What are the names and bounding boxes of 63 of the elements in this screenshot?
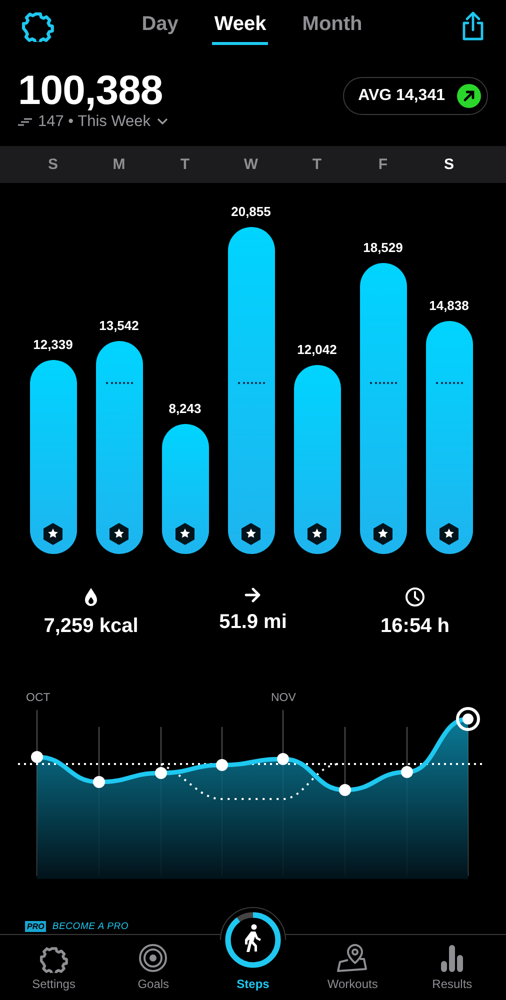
step-bar[interactable]	[30, 360, 76, 554]
nav-tab[interactable]: Settings	[4, 945, 104, 1000]
step-bar[interactable]	[360, 263, 406, 554]
step-bar[interactable]	[162, 424, 208, 554]
stat-value: 51.9 mi	[219, 610, 287, 634]
star-badge-icon	[42, 522, 64, 546]
average-steps: AVG 14,341	[358, 86, 445, 105]
day-label[interactable]: F	[350, 156, 416, 173]
period-dropdown[interactable]: 147 • This Week	[38, 112, 151, 131]
settings-icon	[40, 945, 68, 974]
streak-icon	[18, 116, 32, 127]
goal-line	[370, 382, 396, 384]
nav-tab[interactable]: Steps	[203, 901, 303, 1000]
step-bar[interactable]	[426, 320, 472, 554]
map-pin-icon	[336, 943, 370, 974]
trend-up-icon	[457, 84, 481, 108]
month-label: NOV	[271, 692, 296, 704]
pro-badge[interactable]: PRO	[25, 920, 46, 932]
share-icon[interactable]	[460, 10, 486, 41]
day-label[interactable]: W	[218, 156, 284, 173]
nav-tab[interactable]: Goals	[104, 943, 204, 1000]
day-label[interactable]: S	[20, 156, 86, 173]
bar-value: 8,243	[168, 401, 202, 416]
average-badge[interactable]: AVG 14,341	[343, 76, 488, 115]
bar-value: 20,855	[231, 204, 271, 219]
period-tab[interactable]: Month	[300, 6, 364, 45]
bar-chart-icon	[440, 943, 464, 974]
settings-icon[interactable]	[22, 10, 54, 42]
month-label: OCT	[26, 692, 50, 704]
bar-value: 12,042	[297, 342, 337, 357]
flame-icon	[83, 586, 99, 607]
bar-value: 12,339	[33, 337, 73, 352]
day-label[interactable]: M	[86, 156, 152, 173]
goal-line	[436, 382, 462, 384]
goal-line	[106, 382, 132, 384]
step-bar[interactable]	[228, 226, 274, 554]
star-badge-icon	[108, 522, 130, 546]
star-badge-icon	[372, 522, 394, 546]
clock-icon	[405, 586, 425, 607]
stat-value: 16:54 h	[380, 614, 450, 638]
star-badge-icon	[240, 522, 262, 546]
star-badge-icon	[174, 522, 196, 546]
bar-value: 14,838	[429, 298, 469, 313]
nav-tab[interactable]: Workouts	[302, 943, 402, 1000]
day-label[interactable]: T	[152, 156, 218, 173]
star-badge-icon	[438, 522, 460, 546]
nav-tab[interactable]: Results	[402, 943, 502, 1000]
target-icon	[138, 943, 168, 974]
period-tab[interactable]: Week	[212, 6, 268, 45]
bar-value: 18,529	[363, 240, 403, 256]
promo-link[interactable]: BECOME A PRO	[52, 920, 129, 932]
bar-value: 13,542	[99, 318, 139, 334]
period-tab[interactable]: Day	[140, 6, 180, 45]
step-bar[interactable]	[96, 341, 142, 554]
goal-line	[238, 382, 264, 384]
chevron-down-icon[interactable]	[156, 118, 168, 126]
arrow-right-icon	[244, 586, 262, 603]
day-label[interactable]: T	[284, 156, 350, 173]
day-label[interactable]: S	[416, 156, 482, 173]
total-steps: 100,388	[18, 68, 168, 112]
stat-value: 7,259 kcal	[44, 614, 138, 638]
step-bar[interactable]	[294, 364, 340, 554]
star-badge-icon	[306, 522, 328, 546]
